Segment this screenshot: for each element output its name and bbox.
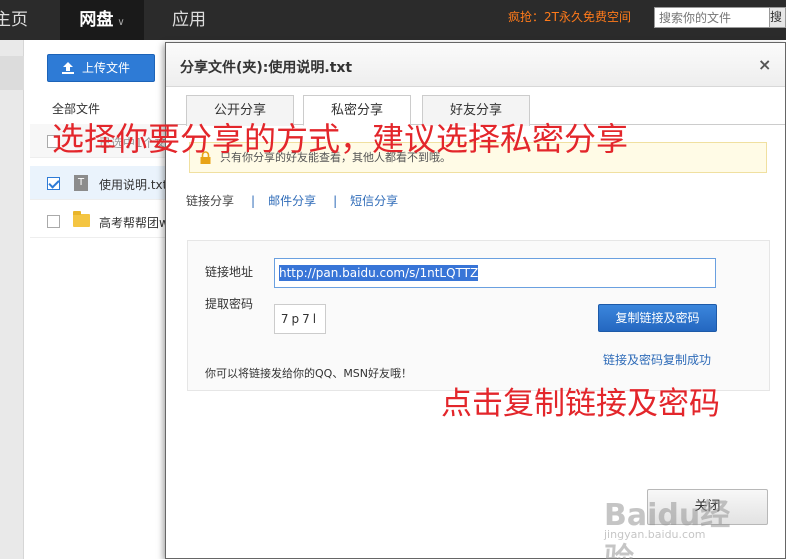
- divider: |: [333, 194, 338, 208]
- divider: |: [251, 194, 256, 208]
- link-address-field[interactable]: http://pan.baidu.com/s/1ntLQTTZ: [274, 258, 716, 288]
- nav-app-tab[interactable]: 应用: [172, 0, 206, 40]
- folder-icon: [73, 211, 90, 227]
- upload-button[interactable]: 上传文件: [47, 54, 155, 82]
- checkbox[interactable]: [47, 215, 60, 228]
- dialog-header: 分享文件(夹):使用说明.txt ×: [166, 43, 785, 87]
- nav-pan-tab[interactable]: 网盘 ∨: [60, 0, 144, 40]
- subtab-mail-share[interactable]: 邮件分享: [268, 194, 316, 208]
- promo-link[interactable]: 疯抢：2T永久免费空间: [508, 0, 631, 34]
- chevron-down-icon: ∨: [117, 17, 125, 28]
- file-name: 使用说明.txt: [99, 178, 168, 192]
- file-name: 高考帮帮团w: [99, 216, 169, 230]
- watermark: Baidu经验 jingyan.baidu.com: [604, 490, 754, 559]
- link-address-value: http://pan.baidu.com/s/1ntLQTTZ: [279, 265, 479, 281]
- sidebar-active-band: [0, 56, 24, 90]
- close-icon[interactable]: ×: [758, 55, 771, 74]
- search-input[interactable]: [654, 7, 770, 28]
- upload-button-label: 上传文件: [82, 61, 131, 75]
- subtab-sms-share[interactable]: 短信分享: [350, 194, 398, 208]
- annotation-choose-share: 选择你要分享的方式，建议选择私密分享: [52, 120, 629, 158]
- share-hint: 你可以将链接发给你的QQ、MSN好友哦！: [205, 367, 413, 380]
- annotation-copy-link: 点击复制链接及密码: [441, 386, 720, 422]
- password-label: 提取密码: [205, 297, 254, 311]
- share-method-tabs: 链接分享 | 邮件分享 | 短信分享: [186, 192, 398, 209]
- top-nav-bar: 主页 网盘 ∨ 应用 疯抢：2T永久免费空间 搜索: [0, 0, 786, 40]
- copy-success-message: 链接及密码复制成功: [603, 353, 712, 367]
- subtab-link-share[interactable]: 链接分享: [186, 194, 234, 208]
- nav-home-link[interactable]: 主页: [0, 0, 30, 40]
- link-address-label: 链接地址: [205, 265, 254, 279]
- copy-link-password-button[interactable]: 复制链接及密码: [598, 304, 717, 332]
- dialog-title: 分享文件(夹):使用说明.txt: [180, 60, 353, 76]
- password-field[interactable]: 7p7l: [274, 304, 326, 334]
- text-file-icon: T: [74, 175, 88, 191]
- upload-icon: [62, 62, 74, 74]
- search-button[interactable]: 搜索: [770, 7, 786, 28]
- nav-pan-label: 网盘: [79, 10, 114, 30]
- list-item[interactable]: 高考帮帮团w: [30, 204, 170, 238]
- checkbox[interactable]: [47, 177, 60, 190]
- left-sidebar: [0, 40, 24, 559]
- share-link-panel: 链接地址 http://pan.baidu.com/s/1ntLQTTZ 提取密…: [187, 240, 770, 391]
- watermark-url: jingyan.baidu.com: [604, 528, 706, 541]
- list-item[interactable]: T 使用说明.txt: [30, 166, 170, 200]
- watermark-logo: Baidu经验: [604, 498, 731, 559]
